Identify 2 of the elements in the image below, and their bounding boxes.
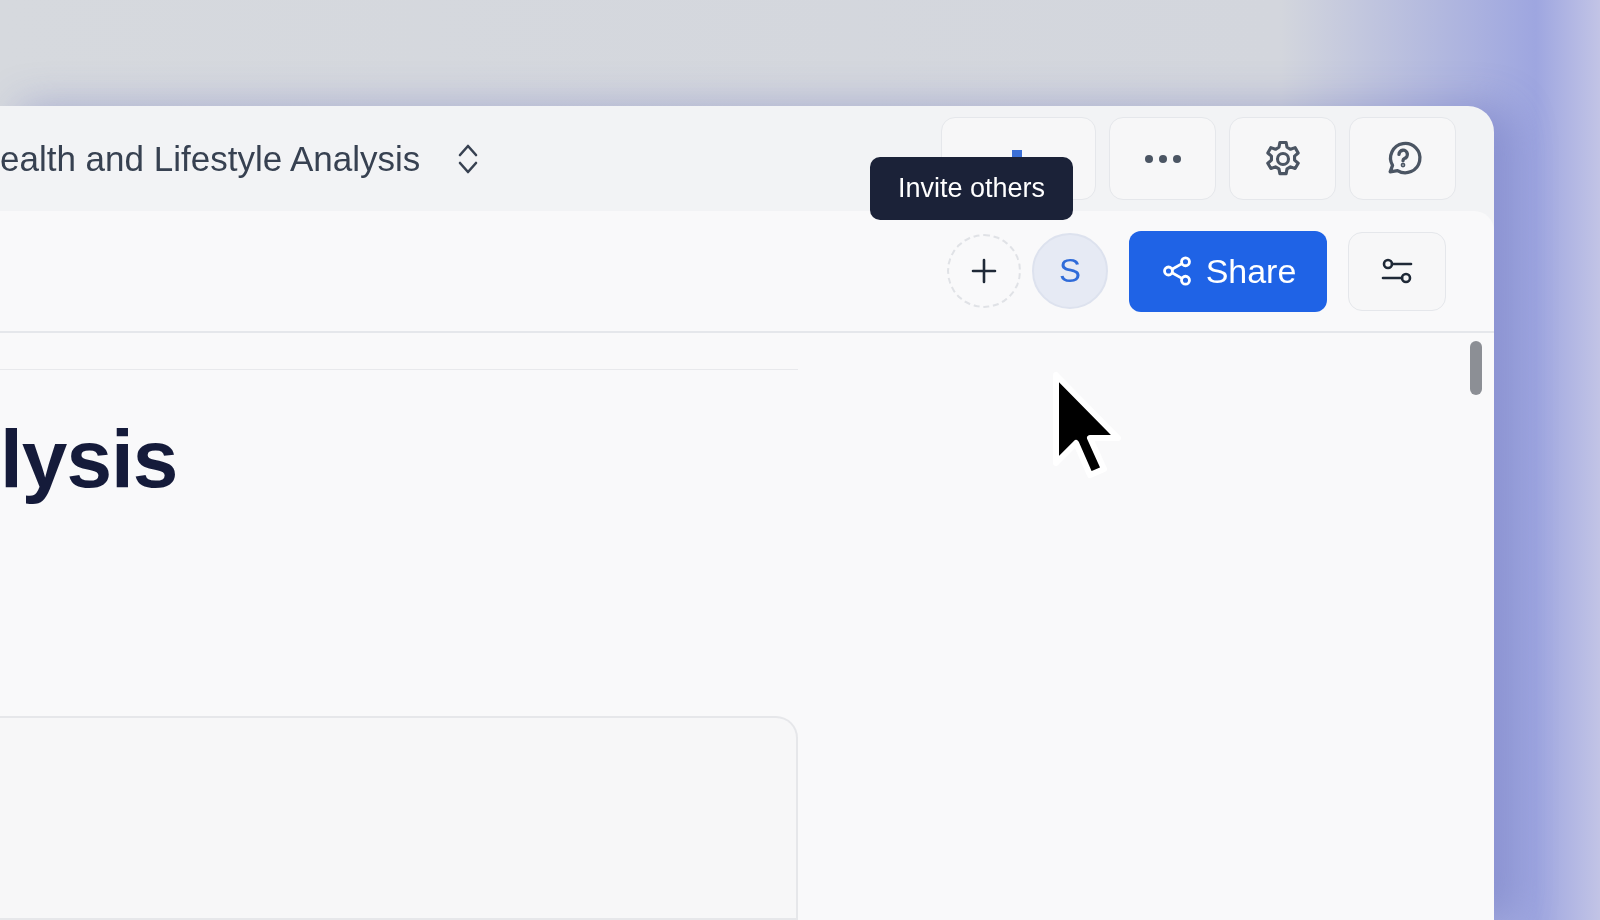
document-heading: lysis <box>0 412 179 506</box>
tooltip: Invite others <box>870 157 1074 220</box>
